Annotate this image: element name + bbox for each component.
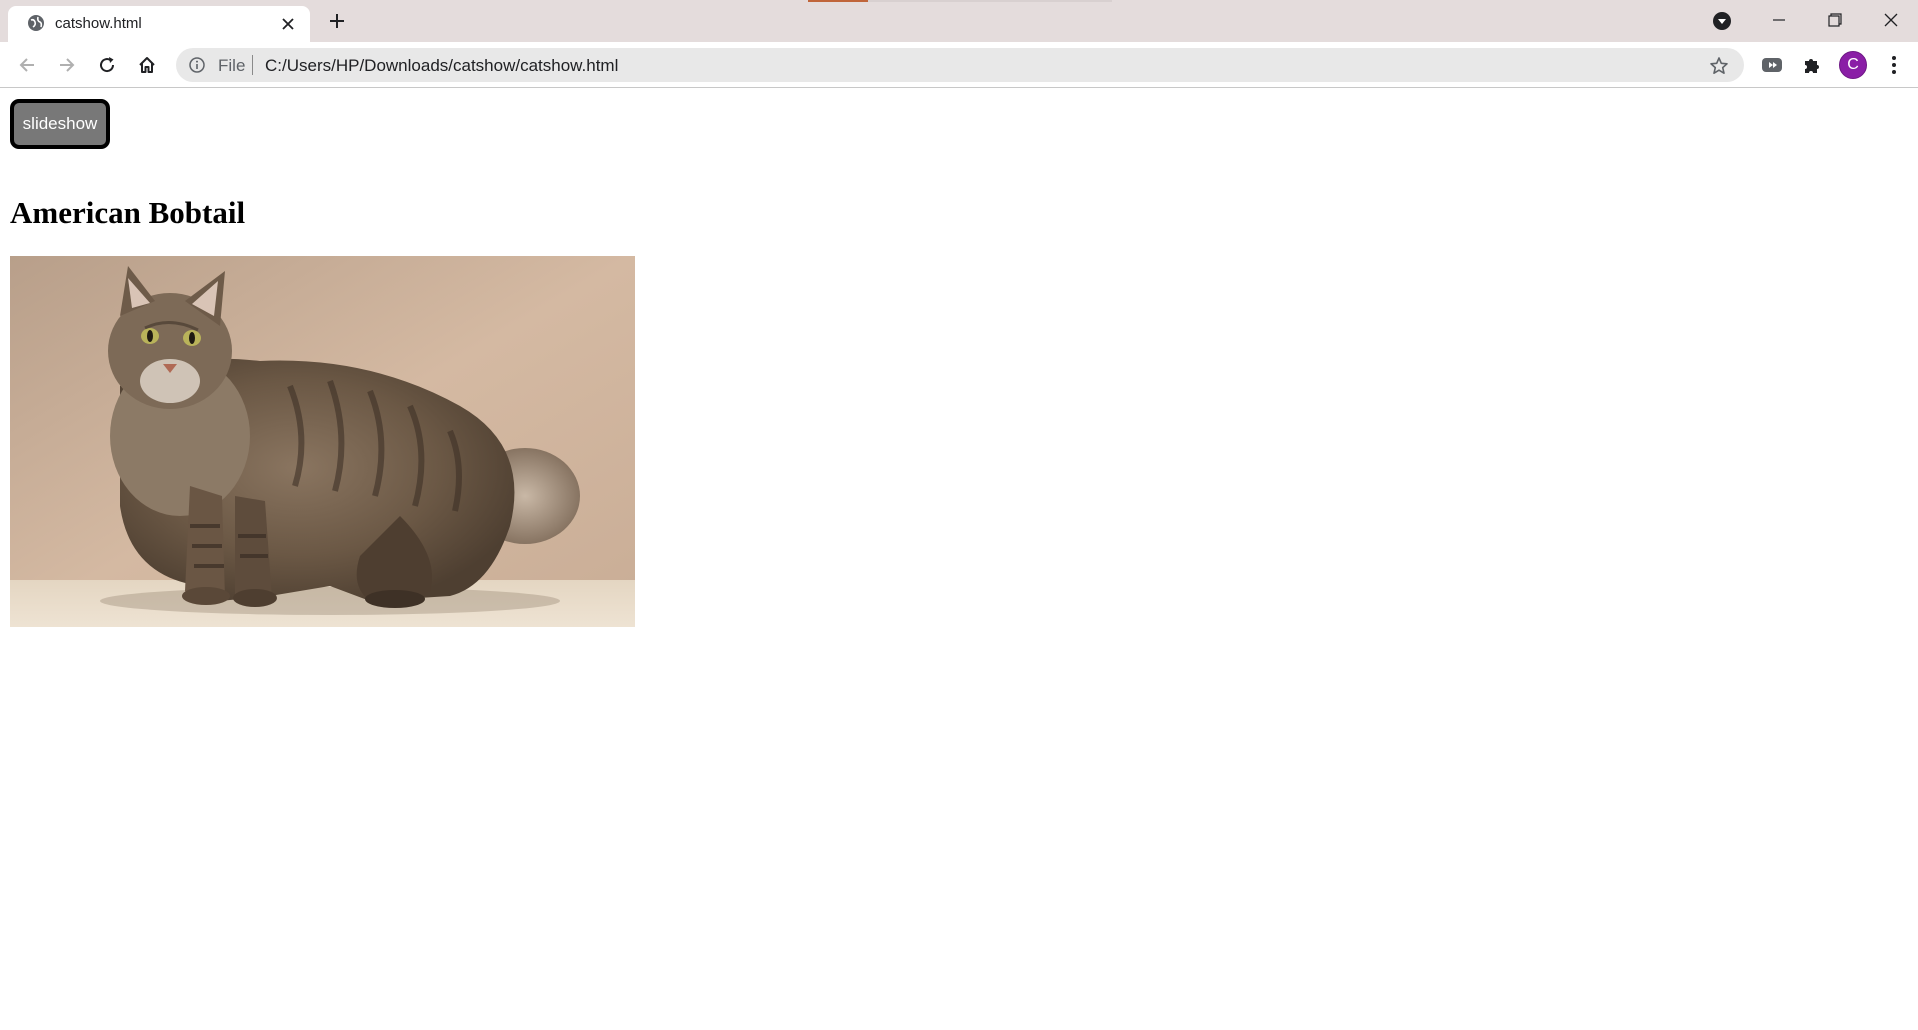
active-tab[interactable]: catshow.html (8, 6, 310, 42)
tab-title: catshow.html (55, 15, 142, 32)
tab-strip-accent-light (868, 0, 1112, 2)
avatar[interactable]: C (1839, 51, 1867, 79)
reload-icon[interactable] (93, 51, 121, 79)
plus-icon[interactable] (325, 9, 349, 33)
scheme-label: File (218, 56, 246, 75)
close-icon[interactable] (1868, 0, 1914, 40)
address-bar[interactable]: File C:/Users/HP/Downloads/catshow/catsh… (176, 48, 1744, 82)
back-arrow-icon[interactable] (13, 51, 41, 79)
star-icon[interactable] (1708, 55, 1730, 77)
tab-strip: catshow.html (0, 0, 1918, 42)
globe-icon (26, 13, 46, 33)
tab-strip-accent (808, 0, 868, 2)
browser-toolbar: File C:/Users/HP/Downloads/catshow/catsh… (0, 42, 1918, 88)
forward-arrow-icon[interactable] (53, 51, 81, 79)
more-vert-icon[interactable] (1880, 51, 1908, 79)
cat-photo (10, 256, 635, 627)
close-icon[interactable] (278, 14, 298, 34)
url-text[interactable]: C:/Users/HP/Downloads/catshow/catshow.ht… (265, 56, 618, 76)
restore-icon[interactable] (1812, 0, 1858, 40)
slideshow-button[interactable]: slideshow (10, 99, 110, 149)
minimize-icon[interactable] (1756, 0, 1802, 40)
tab-search-icon[interactable] (1711, 10, 1733, 32)
scheme-separator (252, 55, 253, 75)
info-icon[interactable] (188, 56, 206, 74)
media-router-icon[interactable] (1758, 51, 1786, 79)
puzzle-icon[interactable] (1798, 51, 1826, 79)
page-title: American Bobtail (10, 195, 246, 230)
home-icon[interactable] (133, 51, 161, 79)
page-content: slideshow American Bobtail (0, 89, 1918, 1030)
